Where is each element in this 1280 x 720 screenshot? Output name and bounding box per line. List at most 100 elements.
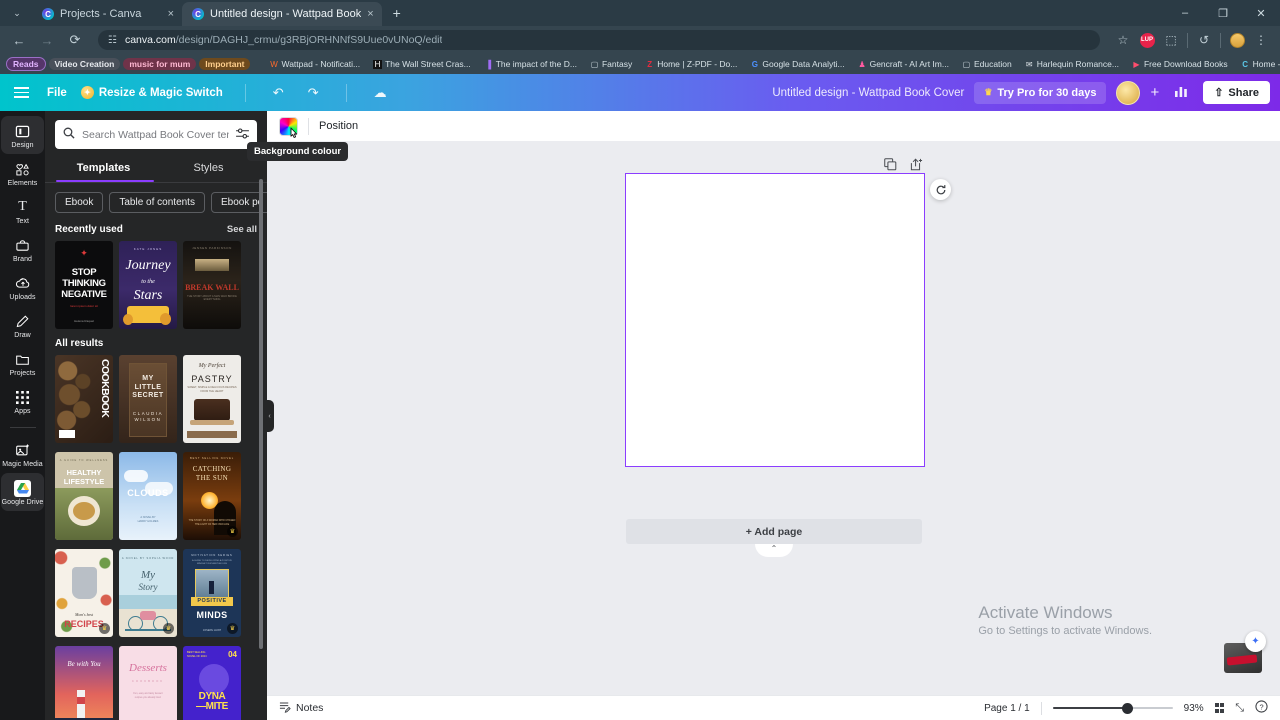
- template-thumb-desserts[interactable]: Desserts COOKBOOK Fun, easy and tasty de…: [119, 646, 177, 720]
- user-avatar[interactable]: [1116, 80, 1141, 105]
- expand-pages-caret[interactable]: ⌃: [755, 544, 793, 557]
- address-bar[interactable]: ☷ canva.com/design/DAGHJ_crmu/g3RBjORHNN…: [98, 30, 1100, 50]
- rail-divider: [9, 427, 36, 428]
- bookmark-wattpad[interactable]: W Wattpad - Notificati...: [264, 57, 365, 71]
- try-pro-button[interactable]: ♛ Try Pro for 30 days: [974, 81, 1107, 104]
- filter-icon[interactable]: [236, 127, 249, 142]
- bookmark-important[interactable]: Important: [199, 58, 251, 70]
- template-thumb-be-with-you[interactable]: Be with You: [55, 646, 113, 720]
- add-page-button[interactable]: + Add page: [626, 519, 922, 544]
- bookmark-fantasy-folder[interactable]: ▢ Fantasy: [585, 57, 637, 71]
- template-thumb-catching-the-sun[interactable]: BEST SELLING NOVEL CATCHING THE SUN THE S…: [183, 452, 241, 540]
- bookmark-star-icon[interactable]: ☆: [1112, 29, 1134, 51]
- browser-tab-1[interactable]: C Untitled design - Wattpad Book ×: [182, 2, 382, 26]
- document-title[interactable]: Untitled design - Wattpad Book Cover: [772, 87, 964, 99]
- notes-button[interactable]: Notes: [279, 701, 323, 716]
- sidebar-item-uploads[interactable]: Uploads: [1, 268, 44, 306]
- back-icon[interactable]: ←: [8, 29, 30, 51]
- template-thumb-break-wall[interactable]: JENSEN PARKINSON BREAK WALL THE STORY AB…: [183, 241, 241, 329]
- template-thumb-my-little-secret[interactable]: MY LITTLE SECRET CLAUDIA WILSON: [119, 355, 177, 443]
- sidebar-item-apps[interactable]: Apps: [1, 382, 44, 420]
- bookmark-education-folder[interactable]: ▢ Education: [957, 57, 1017, 71]
- template-thumb-healthy-lifestyle[interactable]: A GUIDE TO WELLNESS HEALTHY LIFESTYLE: [55, 452, 113, 540]
- ai-assistant-badge[interactable]: ✦: [1224, 631, 1266, 673]
- sidebar-item-elements[interactable]: Elements: [1, 154, 44, 192]
- bookmark-video-creation[interactable]: Video Creation: [48, 58, 121, 70]
- hamburger-menu-icon[interactable]: [10, 83, 33, 102]
- share-button[interactable]: ⇧ Share: [1203, 81, 1270, 104]
- tab-search-icon[interactable]: ⌄: [4, 2, 30, 24]
- help-icon[interactable]: ?: [1255, 700, 1268, 716]
- site-settings-icon[interactable]: ☷: [108, 35, 117, 46]
- cloud-saved-icon[interactable]: ☁: [369, 82, 392, 104]
- insights-icon[interactable]: [1169, 82, 1193, 104]
- sidebar-item-design[interactable]: Design: [1, 116, 44, 154]
- minimize-icon[interactable]: –: [1166, 0, 1204, 26]
- bookmark-free-download-books[interactable]: ▶ Free Download Books: [1127, 57, 1233, 71]
- close-window-icon[interactable]: ✕: [1242, 0, 1280, 26]
- browser-profile-avatar[interactable]: [1226, 29, 1248, 51]
- bookmark-gencraft[interactable]: ♟ Gencraft - AI Art Im...: [853, 57, 954, 71]
- invite-members-button[interactable]: +: [1150, 84, 1159, 101]
- bookmark-music-for-mum[interactable]: music for mum: [123, 58, 197, 70]
- new-tab-button[interactable]: +: [386, 2, 408, 24]
- chip-table-of-contents[interactable]: Table of contents: [109, 192, 205, 213]
- browser-tab-0[interactable]: C Projects - Canva ×: [32, 2, 182, 26]
- panel-scrollbar[interactable]: [259, 179, 263, 649]
- fullscreen-icon[interactable]: ⤡: [1235, 702, 1244, 715]
- template-thumb-clouds[interactable]: CLOUDS A NOVEL BY HARRY HOLMES: [119, 452, 177, 540]
- template-thumb-cookbook[interactable]: COOKBOOK: [55, 355, 113, 443]
- sidebar-item-magic-media[interactable]: Magic Media: [1, 435, 44, 473]
- zoom-knob[interactable]: [1122, 702, 1134, 714]
- template-thumb-my-perfect-pastry[interactable]: My Perfect PASTRY SWEET, SIMPLE & DELICI…: [183, 355, 241, 443]
- bookmark-home-canva[interactable]: CHome - Canva: [1236, 57, 1280, 71]
- sidebar-item-google-drive[interactable]: Google Drive: [1, 473, 44, 511]
- tab-styles[interactable]: Styles: [156, 155, 261, 182]
- tab-close-icon[interactable]: ×: [168, 8, 174, 20]
- template-thumb-journey-to-the-stars[interactable]: KATE JONES Journey to the Stars: [119, 241, 177, 329]
- forward-icon[interactable]: →: [36, 29, 58, 51]
- sidebar-item-projects[interactable]: Projects: [1, 344, 44, 382]
- extension-badge-icon[interactable]: LUP: [1136, 29, 1158, 51]
- template-thumb-stop-thinking-negative[interactable]: ✦ STOP THINKING NEGATIVE lorem ipsum dolor…: [55, 241, 113, 329]
- undo-icon[interactable]: ↶: [268, 82, 289, 104]
- sidebar-item-brand[interactable]: Brand: [1, 230, 44, 268]
- bookmark-google-data-analytics[interactable]: G Google Data Analyti...: [745, 57, 849, 71]
- file-menu-button[interactable]: File: [47, 87, 67, 99]
- add-page-icon[interactable]: [910, 158, 923, 174]
- bookmark-reads[interactable]: Reads: [6, 57, 46, 71]
- background-colour-button[interactable]: [279, 116, 298, 138]
- panel-collapse-handle[interactable]: ‹: [265, 400, 274, 432]
- zoom-slider[interactable]: [1052, 702, 1173, 714]
- bookmark-impact-of-d[interactable]: ▐ The impact of the D...: [479, 57, 582, 71]
- search-input[interactable]: [82, 128, 229, 141]
- reload-icon[interactable]: ⟳: [64, 29, 86, 51]
- duplicate-page-icon[interactable]: [884, 158, 897, 174]
- extensions-puzzle-icon[interactable]: ⬚: [1160, 29, 1182, 51]
- template-thumb-positive-minds[interactable]: MOTIVATION SERIES A GUIDE TO DEVELOPING …: [183, 549, 241, 637]
- redo-icon[interactable]: ↷: [303, 82, 324, 104]
- canvas-area[interactable]: + Add page ⌃ Activate Windows Go to Sett…: [267, 141, 1280, 695]
- template-thumb-moms-best-recipes[interactable]: Mom's best RECIPES ♛: [55, 549, 113, 637]
- maximize-icon[interactable]: ❐: [1204, 0, 1242, 26]
- sidebar-item-text[interactable]: T Text: [1, 192, 44, 230]
- browser-menu-icon[interactable]: ⋮: [1250, 29, 1272, 51]
- bookmark-wall-street[interactable]: H The Wall Street Cras...: [368, 57, 476, 71]
- bookmark-label: Wattpad - Notificati...: [281, 59, 361, 69]
- search-box[interactable]: [55, 120, 257, 149]
- bookmark-harlequin-romance[interactable]: ✉ Harlequin Romance...: [1020, 57, 1124, 71]
- history-icon[interactable]: ↺: [1193, 29, 1215, 51]
- tab-close-icon[interactable]: ×: [367, 8, 373, 20]
- chip-ebook[interactable]: Ebook: [55, 192, 104, 213]
- see-all-link[interactable]: See all: [227, 224, 257, 235]
- template-thumb-my-story[interactable]: A NOVEL BY SOPHIA WOOD My Story ♛: [119, 549, 177, 637]
- grid-view-icon[interactable]: [1214, 703, 1225, 713]
- sidebar-item-draw[interactable]: Draw: [1, 306, 44, 344]
- position-button[interactable]: Position: [319, 120, 358, 132]
- rotate-button[interactable]: [930, 179, 951, 200]
- tab-templates[interactable]: Templates: [51, 155, 156, 182]
- resize-magic-switch-button[interactable]: ✦ Resize & Magic Switch: [80, 86, 223, 99]
- design-page-canvas[interactable]: [625, 173, 925, 467]
- bookmark-zpdf[interactable]: Z Home | Z-PDF - Do...: [640, 57, 742, 71]
- template-thumb-dynamite[interactable]: BEST SELLING NOVEL OF 2024 04 DYNA —MITE: [183, 646, 241, 720]
